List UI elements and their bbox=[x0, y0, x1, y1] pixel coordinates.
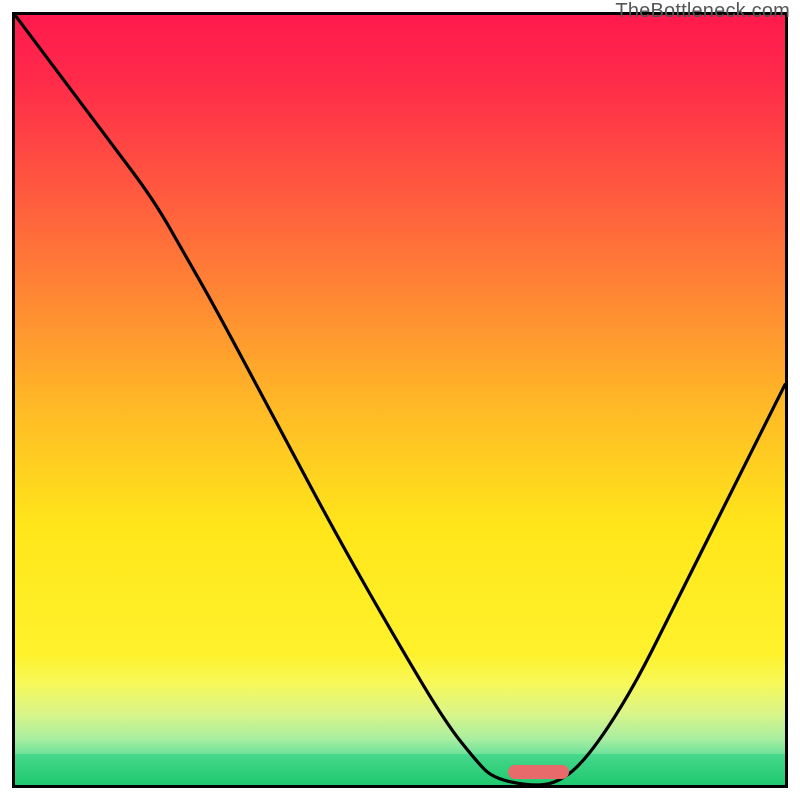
bottleneck-curve bbox=[15, 15, 785, 785]
watermark-text: TheBottleneck.com bbox=[615, 0, 790, 23]
plot-area bbox=[12, 12, 788, 788]
optimum-marker bbox=[508, 765, 570, 779]
chart-stage: TheBottleneck.com bbox=[0, 0, 800, 800]
curve-layer bbox=[15, 15, 785, 785]
